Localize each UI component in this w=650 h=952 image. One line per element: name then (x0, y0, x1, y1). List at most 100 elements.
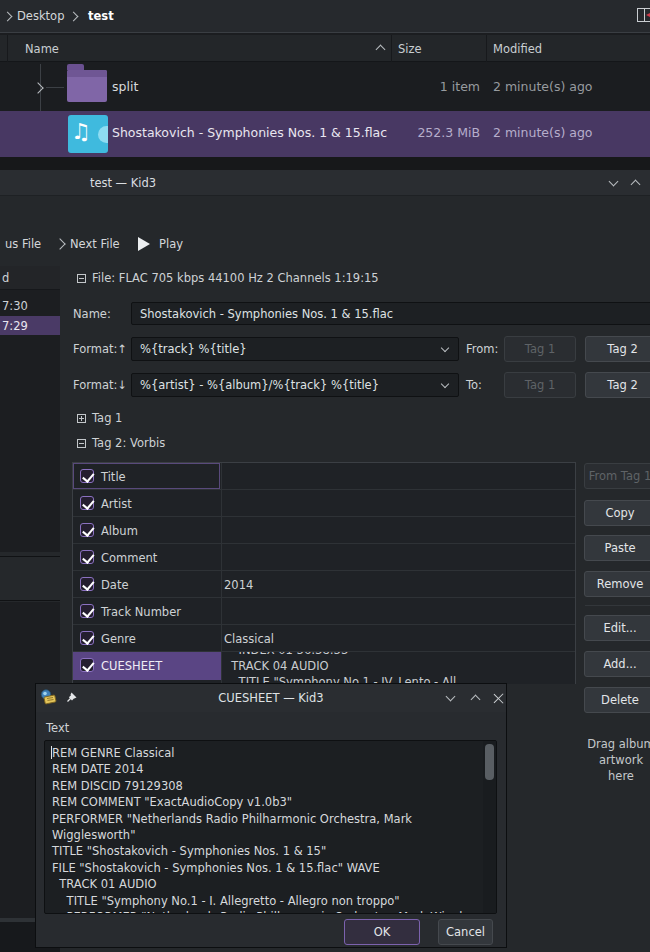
screen: Desktop test Name Size Modified split 1 … (0, 0, 650, 952)
tag-label: Album (101, 523, 138, 539)
artwork-drop-hint: Drag album artwork here (584, 736, 650, 784)
split-view-icon[interactable] (637, 8, 650, 22)
pin-icon[interactable] (66, 691, 78, 703)
divider (391, 35, 392, 62)
checkbox[interactable] (80, 550, 94, 564)
from-tag2-button[interactable]: Tag 2 (585, 336, 650, 362)
cuesheet-preview-line: TRACK 04 AUDIO (224, 658, 329, 674)
close-split-arrow (646, 12, 650, 18)
file-row-split[interactable]: split 1 item 2 minute(s) ago (0, 64, 650, 110)
file-list-panel: d 7:30 7:29 (0, 266, 60, 552)
next-file-button[interactable]: Next File (70, 236, 120, 252)
play-button[interactable]: Play (159, 236, 183, 252)
column-header-modified[interactable]: Modified (493, 41, 542, 57)
file-info: File: FLAC 705 kbps 44100 Hz 2 Channels … (92, 270, 379, 286)
copy-button[interactable]: Copy (584, 500, 650, 526)
tag-label: Track Number (101, 604, 181, 620)
text-label: Text (46, 720, 69, 736)
cancel-button[interactable]: Cancel (438, 919, 493, 945)
format-from-filename-combo[interactable]: %{track} %{title} (131, 337, 459, 361)
from-tag1-side-button[interactable]: From Tag 1 (584, 463, 650, 489)
checkbox[interactable] (80, 604, 94, 618)
name-label: Name: (73, 306, 111, 322)
divider (585, 605, 650, 606)
tag-label: Comment (101, 550, 157, 566)
cue-line: PERFORMER "Netherlands Radio Philharmoni… (52, 811, 412, 827)
ok-button[interactable]: OK (344, 919, 420, 945)
cue-line: REM GENRE Classical (52, 745, 175, 761)
tag-row-comment[interactable]: Comment (73, 544, 576, 571)
add-button[interactable]: Add... (584, 651, 650, 677)
cue-line: TITLE "Symphony No.1 - I. Allegretto - A… (52, 893, 400, 909)
current-cell-outline (73, 463, 220, 489)
tag-row-album[interactable]: Album (73, 517, 576, 544)
dialog-title: CUESHEET — Kid3 (171, 690, 371, 706)
to-tag1-button[interactable]: Tag 1 (504, 372, 576, 398)
cue-line: REM DISCID 79129308 (52, 778, 183, 794)
tag-label: Genre (101, 631, 136, 647)
to-tag2-button[interactable]: Tag 2 (585, 372, 650, 398)
file-list-item[interactable]: 7:30 (2, 298, 28, 314)
breadcrumb-item-desktop[interactable]: Desktop (17, 8, 64, 24)
breadcrumb-item-test[interactable]: test (88, 8, 114, 24)
from-tag1-button[interactable]: Tag 1 (504, 336, 576, 362)
filename-input[interactable]: Shostakovich - Symphonies Nos. 1 & 15.fl… (131, 302, 650, 325)
file-list-item-label: 7:29 (2, 318, 28, 334)
dialog-close-icon[interactable] (493, 693, 504, 704)
cuesheet-textarea[interactable]: REM GENRE Classical REM DATE 2014 REM DI… (44, 740, 497, 914)
tag-row-track-number[interactable]: Track Number (73, 598, 576, 625)
tag-row-genre[interactable]: Genre Classical (73, 625, 576, 652)
left-lower-band (0, 556, 60, 601)
column-header-name[interactable]: Name (25, 41, 59, 57)
tag-label: CUESHEET (101, 658, 162, 674)
checkbox[interactable] (80, 658, 94, 672)
window-gap (0, 157, 650, 170)
audio-file-icon: ♫ (68, 115, 108, 153)
to-label: To: (466, 377, 482, 393)
file-name: Shostakovich - Symphonies Nos. 1 & 15.fl… (112, 125, 387, 141)
cue-line: FILE "Shostakovich - Symphonies Nos. 1 &… (52, 860, 380, 876)
remove-button[interactable]: Remove (584, 571, 650, 597)
file-name: split (112, 79, 138, 95)
collapse-tag2-icon[interactable] (77, 439, 86, 448)
file-list-header-label: d (2, 270, 9, 286)
cue-line: REM DATE 2014 (52, 761, 144, 777)
file-manager: Desktop test Name Size Modified split 1 … (0, 0, 650, 170)
checkbox[interactable] (80, 631, 94, 645)
cue-line: TITLE "Shostakovich - Symphonies Nos. 1 … (52, 843, 326, 859)
format-down-label: Format:↓ (73, 377, 127, 393)
paste-button[interactable]: Paste (584, 535, 650, 561)
divider (644, 9, 645, 21)
from-label: From: (466, 341, 498, 357)
expand-tag1-icon[interactable] (77, 414, 86, 423)
checkbox[interactable] (80, 496, 94, 510)
combo-value: %{track} %{title} (140, 342, 247, 356)
checkbox[interactable] (80, 469, 94, 483)
column-header-size[interactable]: Size (398, 41, 422, 57)
tag-row-title[interactable]: Title (73, 463, 576, 490)
tag-value[interactable]: 2014 (224, 577, 253, 593)
file-row-flac[interactable]: ♫ Shostakovich - Symphonies Nos. 1 & 15.… (0, 111, 650, 157)
checkbox[interactable] (80, 523, 94, 537)
cuesheet-dialog: CUESHEET — Kid3 Text REM GENRE Classical… (35, 683, 507, 948)
checkbox[interactable] (80, 577, 94, 591)
tag-row-artist[interactable]: Artist (73, 490, 576, 517)
cuesheet-preview: INDEX 01 36:38:33 TRACK 04 AUDIO TITLE "… (224, 652, 574, 684)
previous-file-button[interactable]: us File (5, 236, 41, 252)
delete-button[interactable]: Delete (584, 687, 650, 713)
kid3-window-title: test — Kid3 (58, 175, 188, 191)
format-to-filename-combo[interactable]: %{artist} - %{album}/%{track} %{title} (131, 373, 459, 397)
tag-table: Title Artist Album Comment Date (72, 462, 576, 684)
tag-row-cuesheet[interactable]: CUESHEET INDEX 01 36:38:33 TRACK 04 AUDI… (73, 652, 576, 684)
scrollbar-thumb[interactable] (485, 744, 494, 780)
kid3-app-icon (40, 689, 57, 705)
cue-line: REM COMMENT "ExactAudioCopy v1.0b3" (52, 794, 292, 810)
file-modified: 2 minute(s) ago (493, 125, 593, 141)
folder-icon (67, 70, 107, 102)
edit-button[interactable]: Edit... (584, 615, 650, 641)
tag-value[interactable]: Classical (224, 631, 274, 647)
file-modified: 2 minute(s) ago (493, 79, 593, 95)
file-list-item-selected[interactable]: 7:29 (0, 316, 60, 335)
tag-row-date[interactable]: Date 2014 (73, 571, 576, 598)
collapse-file-section-icon[interactable] (77, 274, 86, 283)
